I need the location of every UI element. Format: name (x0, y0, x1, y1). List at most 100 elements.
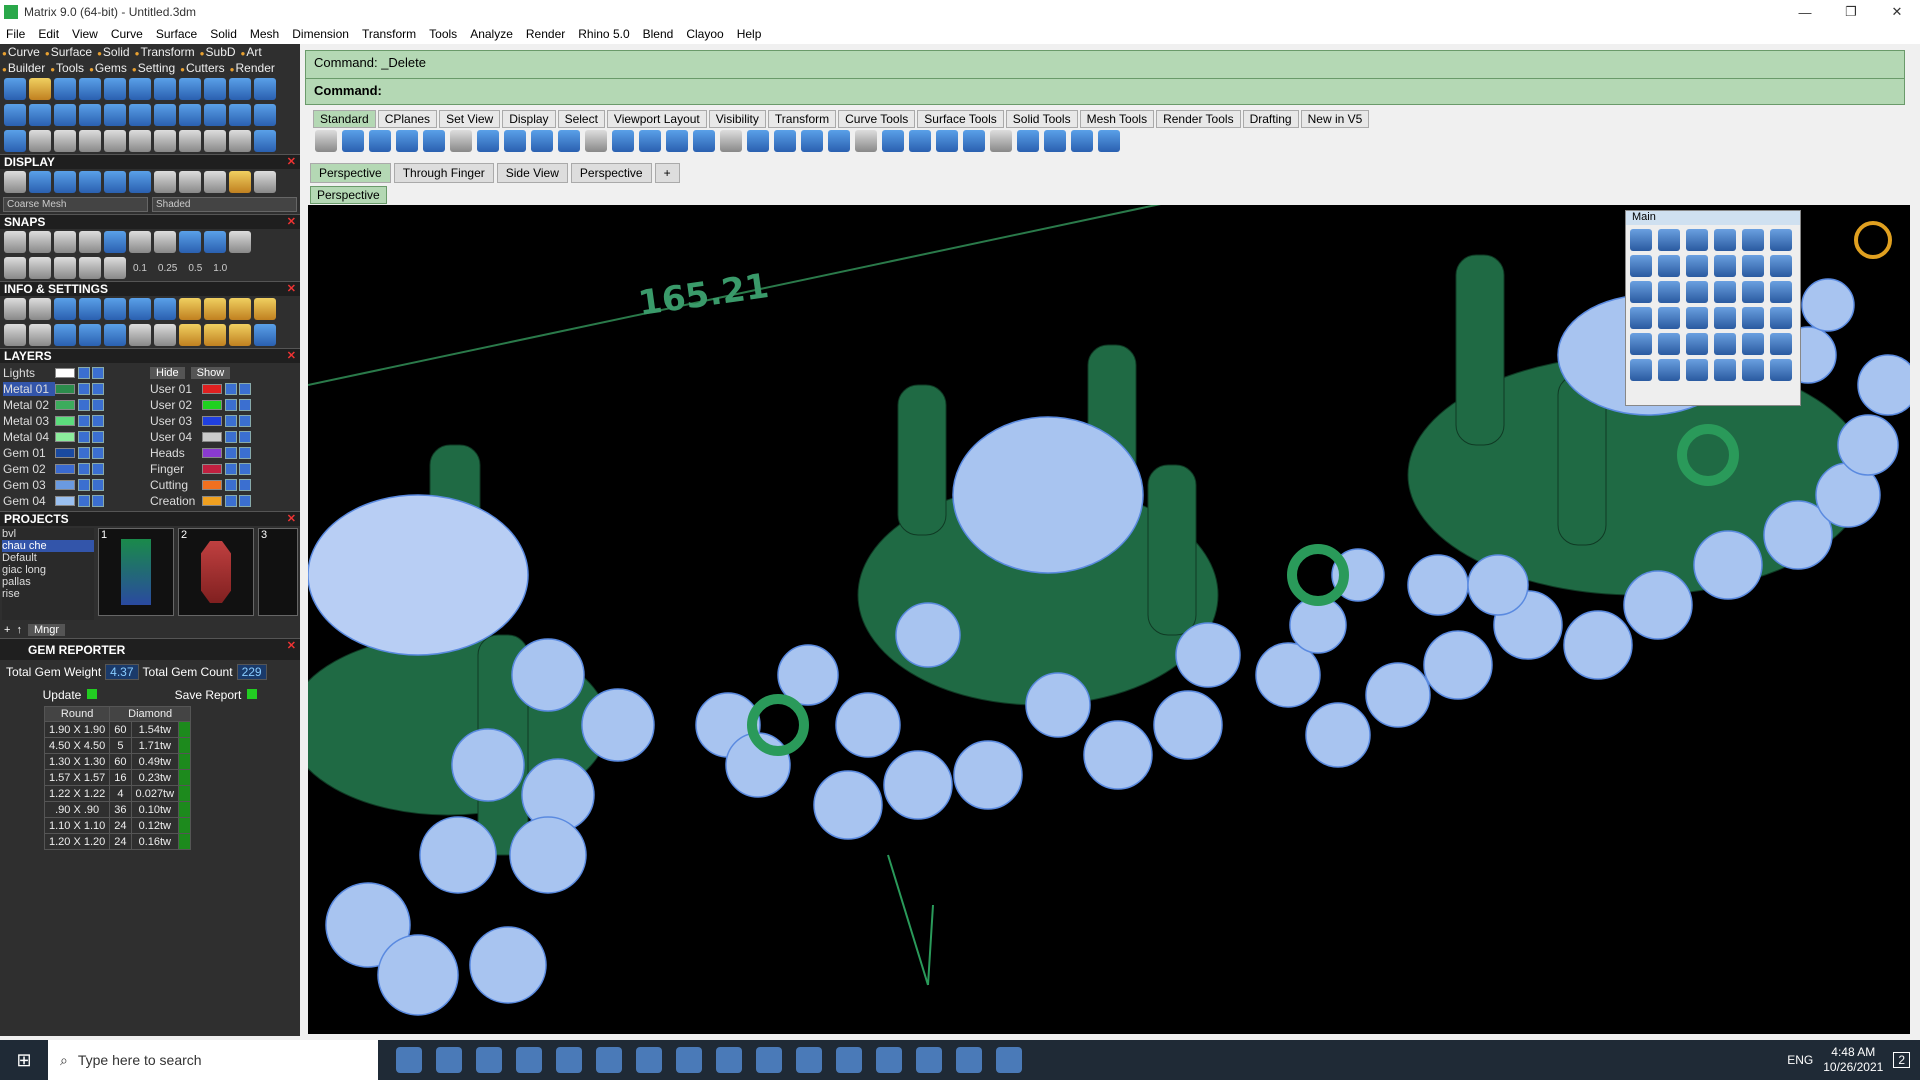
taskbar-app-icon[interactable] (596, 1047, 622, 1073)
menu-item-tools[interactable]: Tools (429, 27, 457, 41)
layer-visibility-icon[interactable] (239, 463, 251, 475)
layer-color-swatch[interactable] (202, 400, 222, 410)
notification-icon[interactable]: 2 (1893, 1052, 1910, 1068)
layer-visibility-icon[interactable] (92, 399, 104, 411)
main-palette-tool-icon[interactable] (1686, 255, 1708, 277)
taskbar-app-icon[interactable] (476, 1047, 502, 1073)
close-icon[interactable]: ✕ (287, 155, 296, 168)
layer-visibility-icon[interactable] (239, 479, 251, 491)
layer-row[interactable]: Gem 03 Cutting (3, 477, 297, 493)
project-thumb-2[interactable]: 2 (178, 528, 254, 616)
main-palette-tool-icon[interactable] (1770, 307, 1792, 329)
toolbar-tool-icon[interactable] (693, 130, 715, 152)
project-item[interactable]: Default (2, 552, 94, 564)
toolbar-tab-visibility[interactable]: Visibility (708, 110, 766, 128)
close-icon[interactable]: ✕ (287, 282, 296, 295)
toolbar-tool-icon[interactable] (720, 130, 742, 152)
taskbar-app-icon[interactable] (716, 1047, 742, 1073)
snap-value-4[interactable]: 1.0 (213, 263, 227, 274)
toolbar-tool-icon[interactable] (585, 130, 607, 152)
main-palette-tool-icon[interactable] (1658, 281, 1680, 303)
taskbar-app-icon[interactable] (996, 1047, 1022, 1073)
layer-color-swatch[interactable] (55, 384, 75, 394)
main-palette-tool-icon[interactable] (1714, 359, 1736, 381)
layer-visibility-icon[interactable] (92, 479, 104, 491)
layer-visibility-icon[interactable] (239, 415, 251, 427)
gem-select-button[interactable] (178, 721, 192, 738)
layer-color-swatch[interactable] (55, 432, 75, 442)
layer-row[interactable]: Metal 01 User 01 (3, 381, 297, 397)
close-icon[interactable]: ✕ (287, 349, 296, 362)
main-palette-tool-icon[interactable] (1770, 281, 1792, 303)
layer-color-swatch[interactable] (202, 416, 222, 426)
toolbar-tool-icon[interactable] (963, 130, 985, 152)
toolbar-tab-solid-tools[interactable]: Solid Tools (1005, 110, 1078, 128)
main-palette-tool-icon[interactable] (1630, 229, 1652, 251)
project-item[interactable]: bvl (2, 528, 94, 540)
gem-select-button[interactable] (178, 769, 192, 786)
taskbar-app-icon[interactable] (396, 1047, 422, 1073)
toolbar-tab-mesh-tools[interactable]: Mesh Tools (1079, 110, 1155, 128)
panel-tab-art[interactable]: Art (241, 45, 261, 59)
toolbar-tool-icon[interactable] (531, 130, 553, 152)
layer-row[interactable]: Gem 01 Heads (3, 445, 297, 461)
layer-visibility-icon[interactable] (92, 447, 104, 459)
panel-tab-surface[interactable]: Surface (45, 45, 92, 59)
toolbar-tool-icon[interactable] (990, 130, 1012, 152)
snap-value-1[interactable]: 0.1 (133, 263, 147, 274)
panel-tab-tools[interactable]: Tools (50, 61, 84, 75)
main-palette-tool-icon[interactable] (1630, 255, 1652, 277)
close-icon[interactable]: ✕ (287, 215, 296, 228)
close-icon[interactable]: ✕ (287, 639, 296, 652)
main-palette-tool-icon[interactable] (1686, 229, 1708, 251)
taskbar-app-icon[interactable] (756, 1047, 782, 1073)
layer-color-swatch[interactable] (55, 448, 75, 458)
menu-item-view[interactable]: View (72, 27, 98, 41)
main-palette-tool-icon[interactable] (1630, 307, 1652, 329)
main-palette-tool-icon[interactable] (1770, 333, 1792, 355)
layer-lock-icon[interactable] (78, 415, 90, 427)
update-button[interactable]: Update (43, 688, 98, 702)
menu-item-curve[interactable]: Curve (111, 27, 143, 41)
panel-tab-transform[interactable]: Transform (135, 45, 194, 59)
layer-visibility-icon[interactable] (92, 415, 104, 427)
toolbar-tool-icon[interactable] (828, 130, 850, 152)
viewport-tab[interactable]: Perspective (570, 163, 652, 183)
main-palette-tool-icon[interactable] (1630, 359, 1652, 381)
language-indicator[interactable]: ENG (1787, 1053, 1813, 1067)
main-palette-tool-icon[interactable] (1770, 359, 1792, 381)
main-palette-tool-icon[interactable] (1658, 255, 1680, 277)
toolbar-tool-icon[interactable] (909, 130, 931, 152)
project-item[interactable]: rise (2, 588, 94, 600)
toolbar-tool-icon[interactable] (558, 130, 580, 152)
taskbar-app-icon[interactable] (836, 1047, 862, 1073)
up-project-button[interactable]: ↑ (16, 624, 22, 636)
minimize-button[interactable]: — (1782, 0, 1828, 24)
toolbar-tool-icon[interactable] (504, 130, 526, 152)
menu-item-rhino-5-0[interactable]: Rhino 5.0 (578, 27, 629, 41)
panel-tab-setting[interactable]: Setting (132, 61, 175, 75)
main-palette-tool-icon[interactable] (1714, 307, 1736, 329)
panel-tab-builder[interactable]: Builder (2, 61, 45, 75)
layer-lock-icon[interactable] (78, 447, 90, 459)
main-palette-tool-icon[interactable] (1770, 229, 1792, 251)
windows-start-icon[interactable]: ⊞ (0, 1040, 48, 1080)
gem-select-button[interactable] (178, 785, 192, 802)
layer-lock-icon[interactable] (78, 495, 90, 507)
menu-item-mesh[interactable]: Mesh (250, 27, 279, 41)
taskbar-search-input[interactable]: ⌕ Type here to search (48, 1040, 378, 1080)
layer-visibility-icon[interactable] (239, 495, 251, 507)
toolbar-tab-transform[interactable]: Transform (767, 110, 837, 128)
gem-select-button[interactable] (178, 737, 192, 754)
viewport-tab[interactable]: Through Finger (393, 163, 494, 183)
toolbar-tool-icon[interactable] (342, 130, 364, 152)
snap-value-2[interactable]: 0.25 (158, 263, 177, 274)
project-item[interactable]: pallas (2, 576, 94, 588)
main-palette-tool-icon[interactable] (1714, 281, 1736, 303)
snap-value-3[interactable]: 0.5 (188, 263, 202, 274)
panel-tab-subd[interactable]: SubD (200, 45, 236, 59)
toolbar-tab-new-in-v5[interactable]: New in V5 (1300, 110, 1370, 128)
taskbar-app-icon[interactable] (796, 1047, 822, 1073)
gem-select-button[interactable] (178, 817, 192, 834)
viewport-tab[interactable]: + (654, 163, 680, 183)
